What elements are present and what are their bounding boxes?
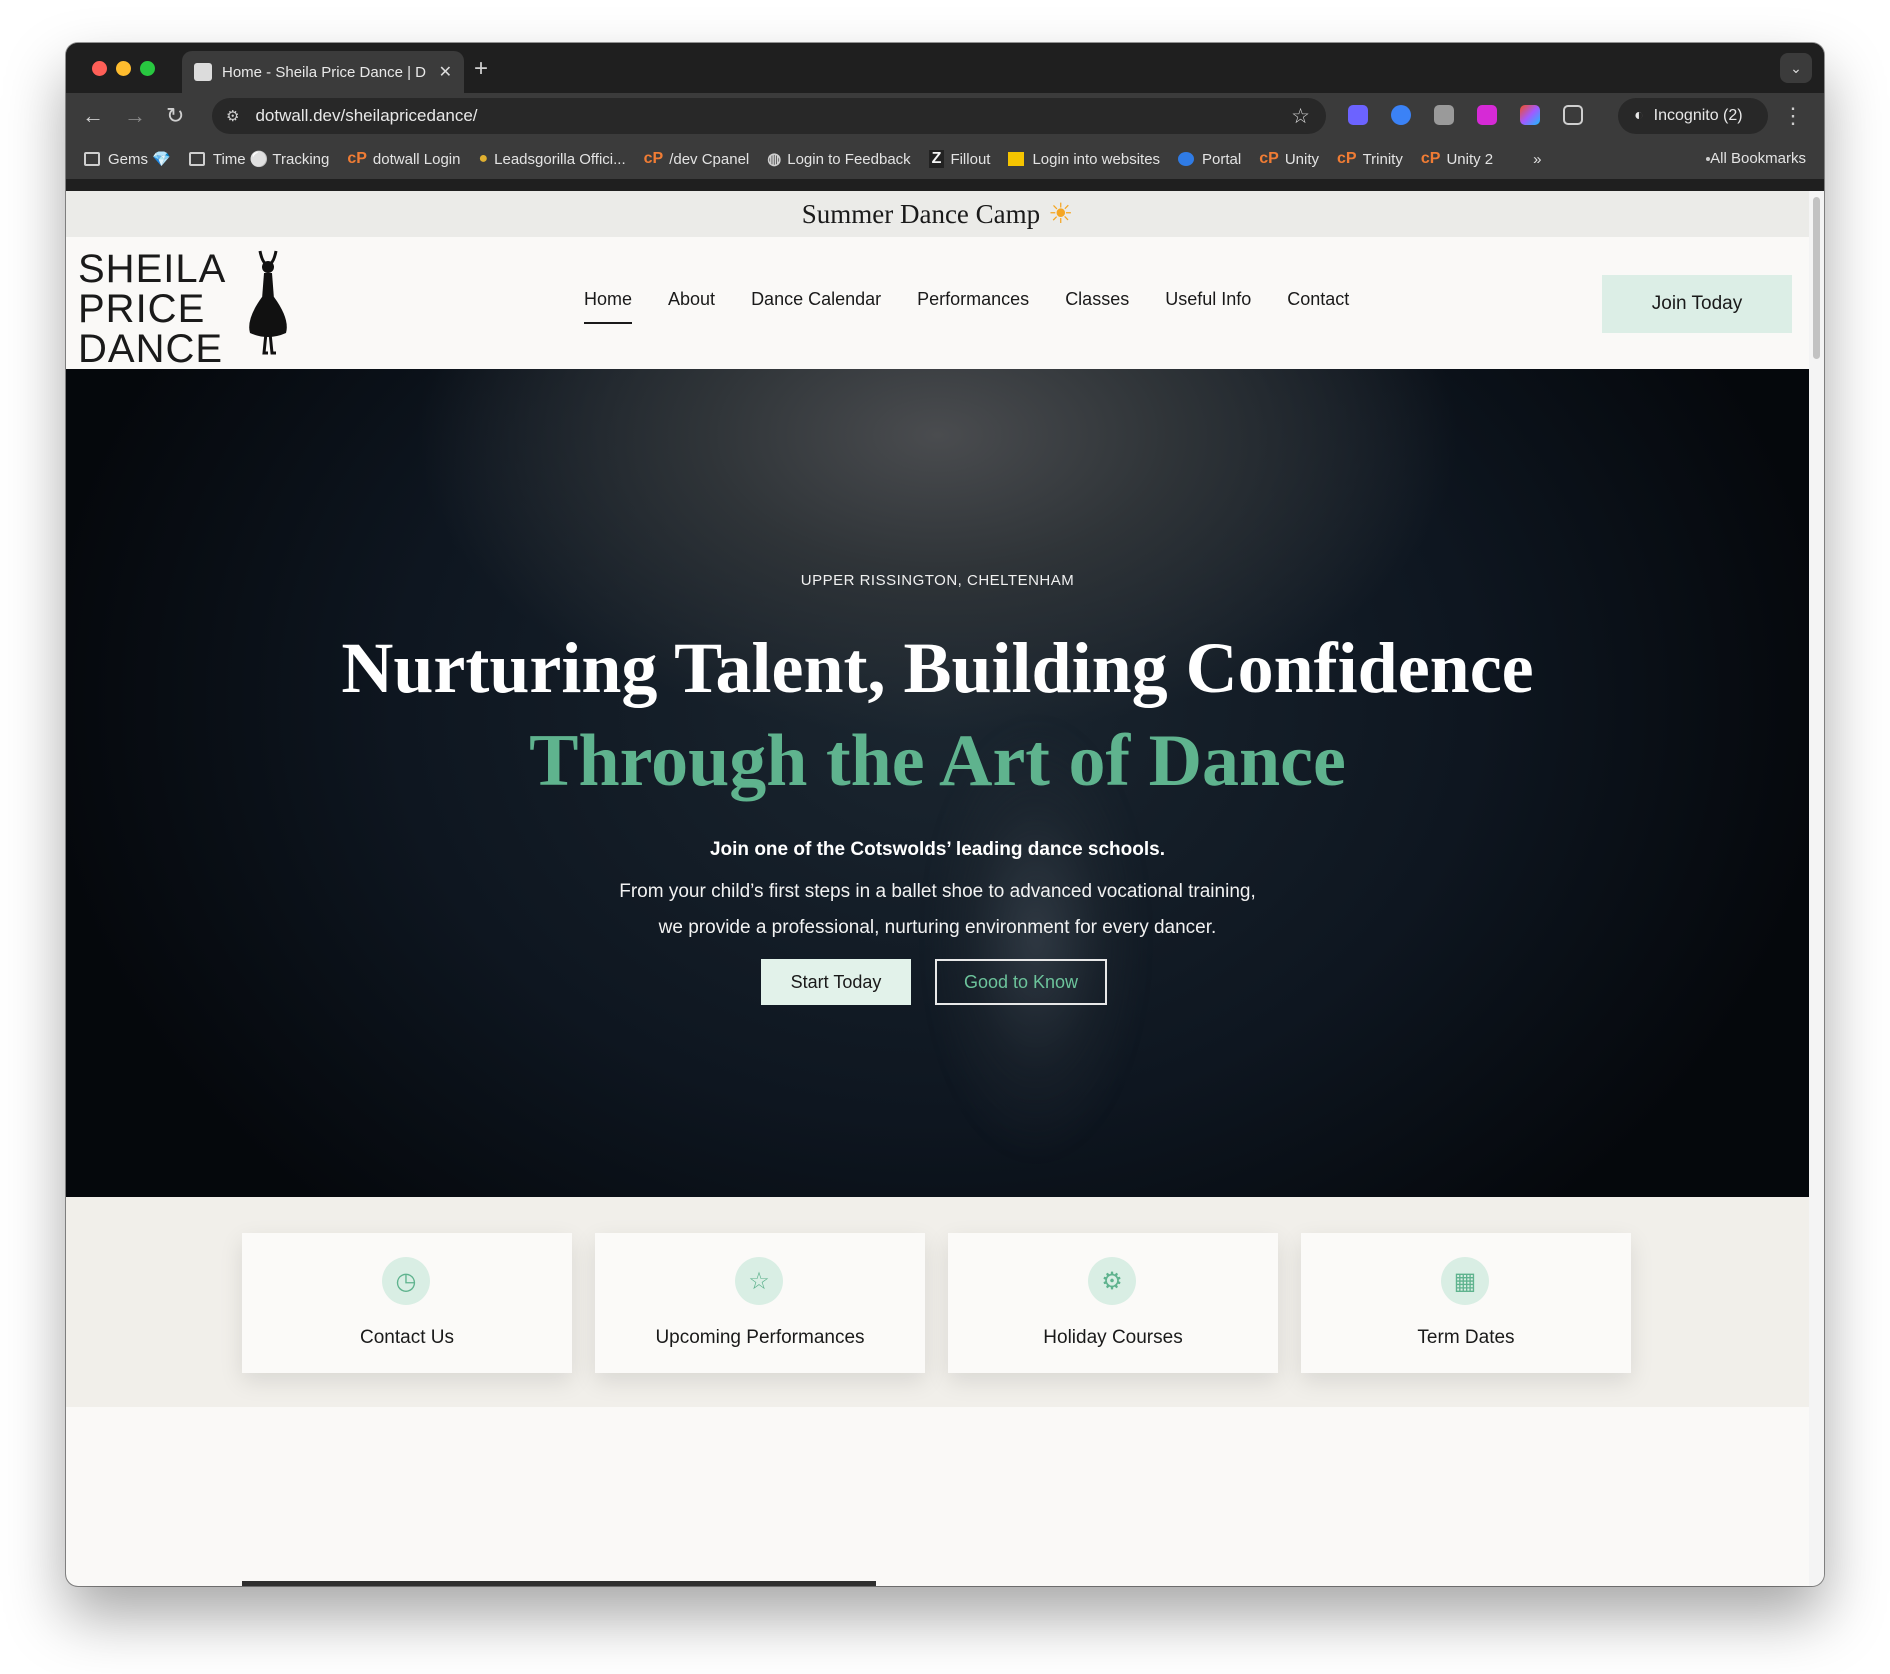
browser-tab[interactable]: Home - Sheila Price Dance | D ✕ (182, 51, 464, 93)
announcement-bar[interactable]: Summer Dance Camp ☀ (66, 191, 1809, 237)
logo-line: PRICE (78, 287, 206, 331)
cpanel-icon: cP (643, 150, 664, 167)
new-tab-button[interactable]: + (474, 55, 488, 83)
logo-line: SHEILA (78, 247, 227, 291)
nav-useful-info[interactable]: Useful Info (1165, 289, 1251, 310)
main-navigation: Home About Dance Calendar Performances C… (584, 289, 1349, 324)
hero-lead-text: Join one of the Cotswolds’ leading dance… (709, 839, 1165, 860)
portal-icon (1178, 152, 1195, 166)
nav-about[interactable]: About (668, 289, 715, 310)
bookmark-login-feedback[interactable]: ◍ Login to Feedback (767, 149, 910, 169)
maximize-window-button[interactable] (140, 61, 155, 76)
hero-subtitle: Through the Art of Dance (529, 720, 1346, 802)
tab-title: Home - Sheila Price Dance | D (222, 63, 426, 81)
join-today-button[interactable]: Join Today (1602, 275, 1792, 333)
bookmarks-bar: Gems 💎 Time ⚪ Tracking cP dotwall Login ●… (66, 139, 1824, 179)
gorilla-icon: ● (478, 150, 489, 167)
more-bookmarks-chevron-icon[interactable]: » (1533, 151, 1541, 168)
nav-dance-calendar[interactable]: Dance Calendar (751, 289, 881, 310)
card-holiday-courses[interactable]: ⚙ Holiday Courses (948, 1233, 1278, 1373)
cpanel-icon: cP (1337, 150, 1357, 167)
card-label: Term Dates (1417, 1327, 1515, 1348)
card-term-dates[interactable]: ▦ Term Dates (1301, 1233, 1631, 1373)
browser-menu-icon[interactable]: ⋮ (1782, 103, 1804, 129)
start-today-button[interactable]: Start Today (761, 959, 911, 1005)
all-bookmarks-button[interactable]: All Bookmarks (1706, 150, 1806, 167)
scrollbar-thumb[interactable] (1813, 197, 1820, 359)
page-viewport: Summer Dance Camp ☀ SHEILA PRICE DANCE H… (66, 191, 1824, 1586)
close-window-button[interactable] (92, 61, 107, 76)
nav-contact[interactable]: Contact (1287, 289, 1349, 310)
bookmark-time-tracking[interactable]: Time ⚪ Tracking (188, 150, 329, 168)
nav-classes[interactable]: Classes (1065, 289, 1129, 310)
browser-toolbar: ← → ↻ ⚙ dotwall.dev/sheilapricedance/ ☆ … (66, 93, 1824, 139)
hero-title: Nurturing Talent, Building Confidence (341, 628, 1534, 708)
tab-search-button[interactable]: ⌄ (1780, 53, 1812, 83)
incognito-indicator[interactable]: ◐ Incognito (2) (1618, 98, 1768, 134)
incognito-icon: ◐ (1634, 107, 1644, 124)
extensions-puzzle-icon[interactable] (1563, 105, 1583, 125)
bookmark-unity[interactable]: cP Unity (1259, 150, 1319, 168)
ballerina-logo-icon (249, 250, 287, 355)
bookmark-portal[interactable]: Portal (1178, 151, 1241, 168)
site-info-icon[interactable]: ⚙ (226, 107, 239, 125)
nav-home[interactable]: Home (584, 289, 633, 324)
cpanel-icon: cP (1420, 150, 1441, 167)
download-extension-icon[interactable] (1477, 105, 1497, 125)
card-label: Holiday Courses (1043, 1327, 1183, 1348)
announcement-text: Summer Dance Camp (801, 198, 1041, 229)
extension-d-icon[interactable] (1348, 105, 1368, 125)
clock-icon: ◷ (382, 1257, 430, 1305)
browser-window: Home - Sheila Price Dance | D ✕ + ⌄ ← → … (66, 43, 1824, 1586)
figma-extension-icon[interactable] (1520, 105, 1540, 125)
nav-performances[interactable]: Performances (917, 289, 1029, 310)
site-header: SHEILA PRICE DANCE Home About Dance Cale… (66, 237, 1809, 369)
fillout-icon: Z (928, 150, 945, 168)
minimize-window-button[interactable] (116, 61, 131, 76)
forward-icon[interactable]: → (124, 103, 146, 129)
reload-icon[interactable]: ↻ (166, 103, 184, 129)
cpanel-icon: cP (1259, 150, 1279, 167)
quick-links-section: ◷ Contact Us ☆ Upcoming Performances ⚙ H… (66, 1197, 1809, 1407)
bookmark-login-websites[interactable]: Login into websites (1008, 151, 1160, 168)
bookmark-fillout[interactable]: Z Fillout (928, 150, 990, 168)
gear-icon: ⚙ (1088, 1257, 1136, 1305)
bookmark-trinity[interactable]: cP Trinity (1337, 150, 1403, 168)
card-upcoming-performances[interactable]: ☆ Upcoming Performances (595, 1233, 925, 1373)
address-bar[interactable]: ⚙ dotwall.dev/sheilapricedance/ ☆ (212, 98, 1326, 134)
next-section-edge (242, 1581, 876, 1586)
yellow-square-icon (1008, 152, 1025, 166)
card-contact-us[interactable]: ◷ Contact Us (242, 1233, 572, 1373)
good-to-know-button[interactable]: Good to Know (935, 959, 1107, 1005)
page-scrollbar[interactable] (1809, 191, 1824, 1586)
logo-line: DANCE (78, 327, 224, 371)
cpanel-icon: cP (347, 150, 367, 167)
hero-location: UPPER RISSINGTON, CHELTENHAM (800, 572, 1075, 589)
card-label: Contact Us (360, 1327, 454, 1348)
close-tab-icon[interactable]: ✕ (439, 62, 452, 82)
incognito-label: Incognito (2) (1653, 107, 1743, 124)
folder-icon (84, 152, 100, 166)
card-label: Upcoming Performances (655, 1327, 865, 1348)
url-text: dotwall.dev/sheilapricedance/ (255, 106, 478, 125)
bookmark-unity-2[interactable]: cP Unity 2 (1421, 150, 1493, 168)
bookmark-gems[interactable]: Gems 💎 (84, 150, 171, 168)
bookmark-dev-cpanel[interactable]: cP/dev Cpanel (644, 150, 750, 168)
tab-favicon-icon (194, 63, 212, 81)
sun-icon: ☀ (1048, 199, 1074, 230)
hero-section: UPPER RISSINGTON, CHELTENHAM Nurturing T… (66, 369, 1809, 1197)
camera-extension-icon[interactable] (1434, 105, 1454, 125)
calendar-icon: ▦ (1441, 1257, 1489, 1305)
bookmark-dotwall-login[interactable]: cP dotwall Login (347, 150, 460, 168)
hero-body-text: From your child’s first steps in a balle… (619, 881, 1256, 938)
star-icon: ☆ (735, 1257, 783, 1305)
bookmark-star-icon[interactable]: ☆ (1291, 104, 1310, 129)
folder-icon (188, 152, 205, 166)
password-manager-icon[interactable] (1391, 105, 1411, 125)
tab-strip: Home - Sheila Price Dance | D ✕ + ⌄ (66, 43, 1824, 93)
bookmark-leadsgorilla[interactable]: ● Leadsgorilla Offici... (478, 150, 625, 168)
site-logo[interactable]: SHEILA PRICE DANCE (78, 247, 227, 371)
back-icon[interactable]: ← (82, 103, 104, 129)
globe-icon: ◍ (767, 151, 782, 168)
